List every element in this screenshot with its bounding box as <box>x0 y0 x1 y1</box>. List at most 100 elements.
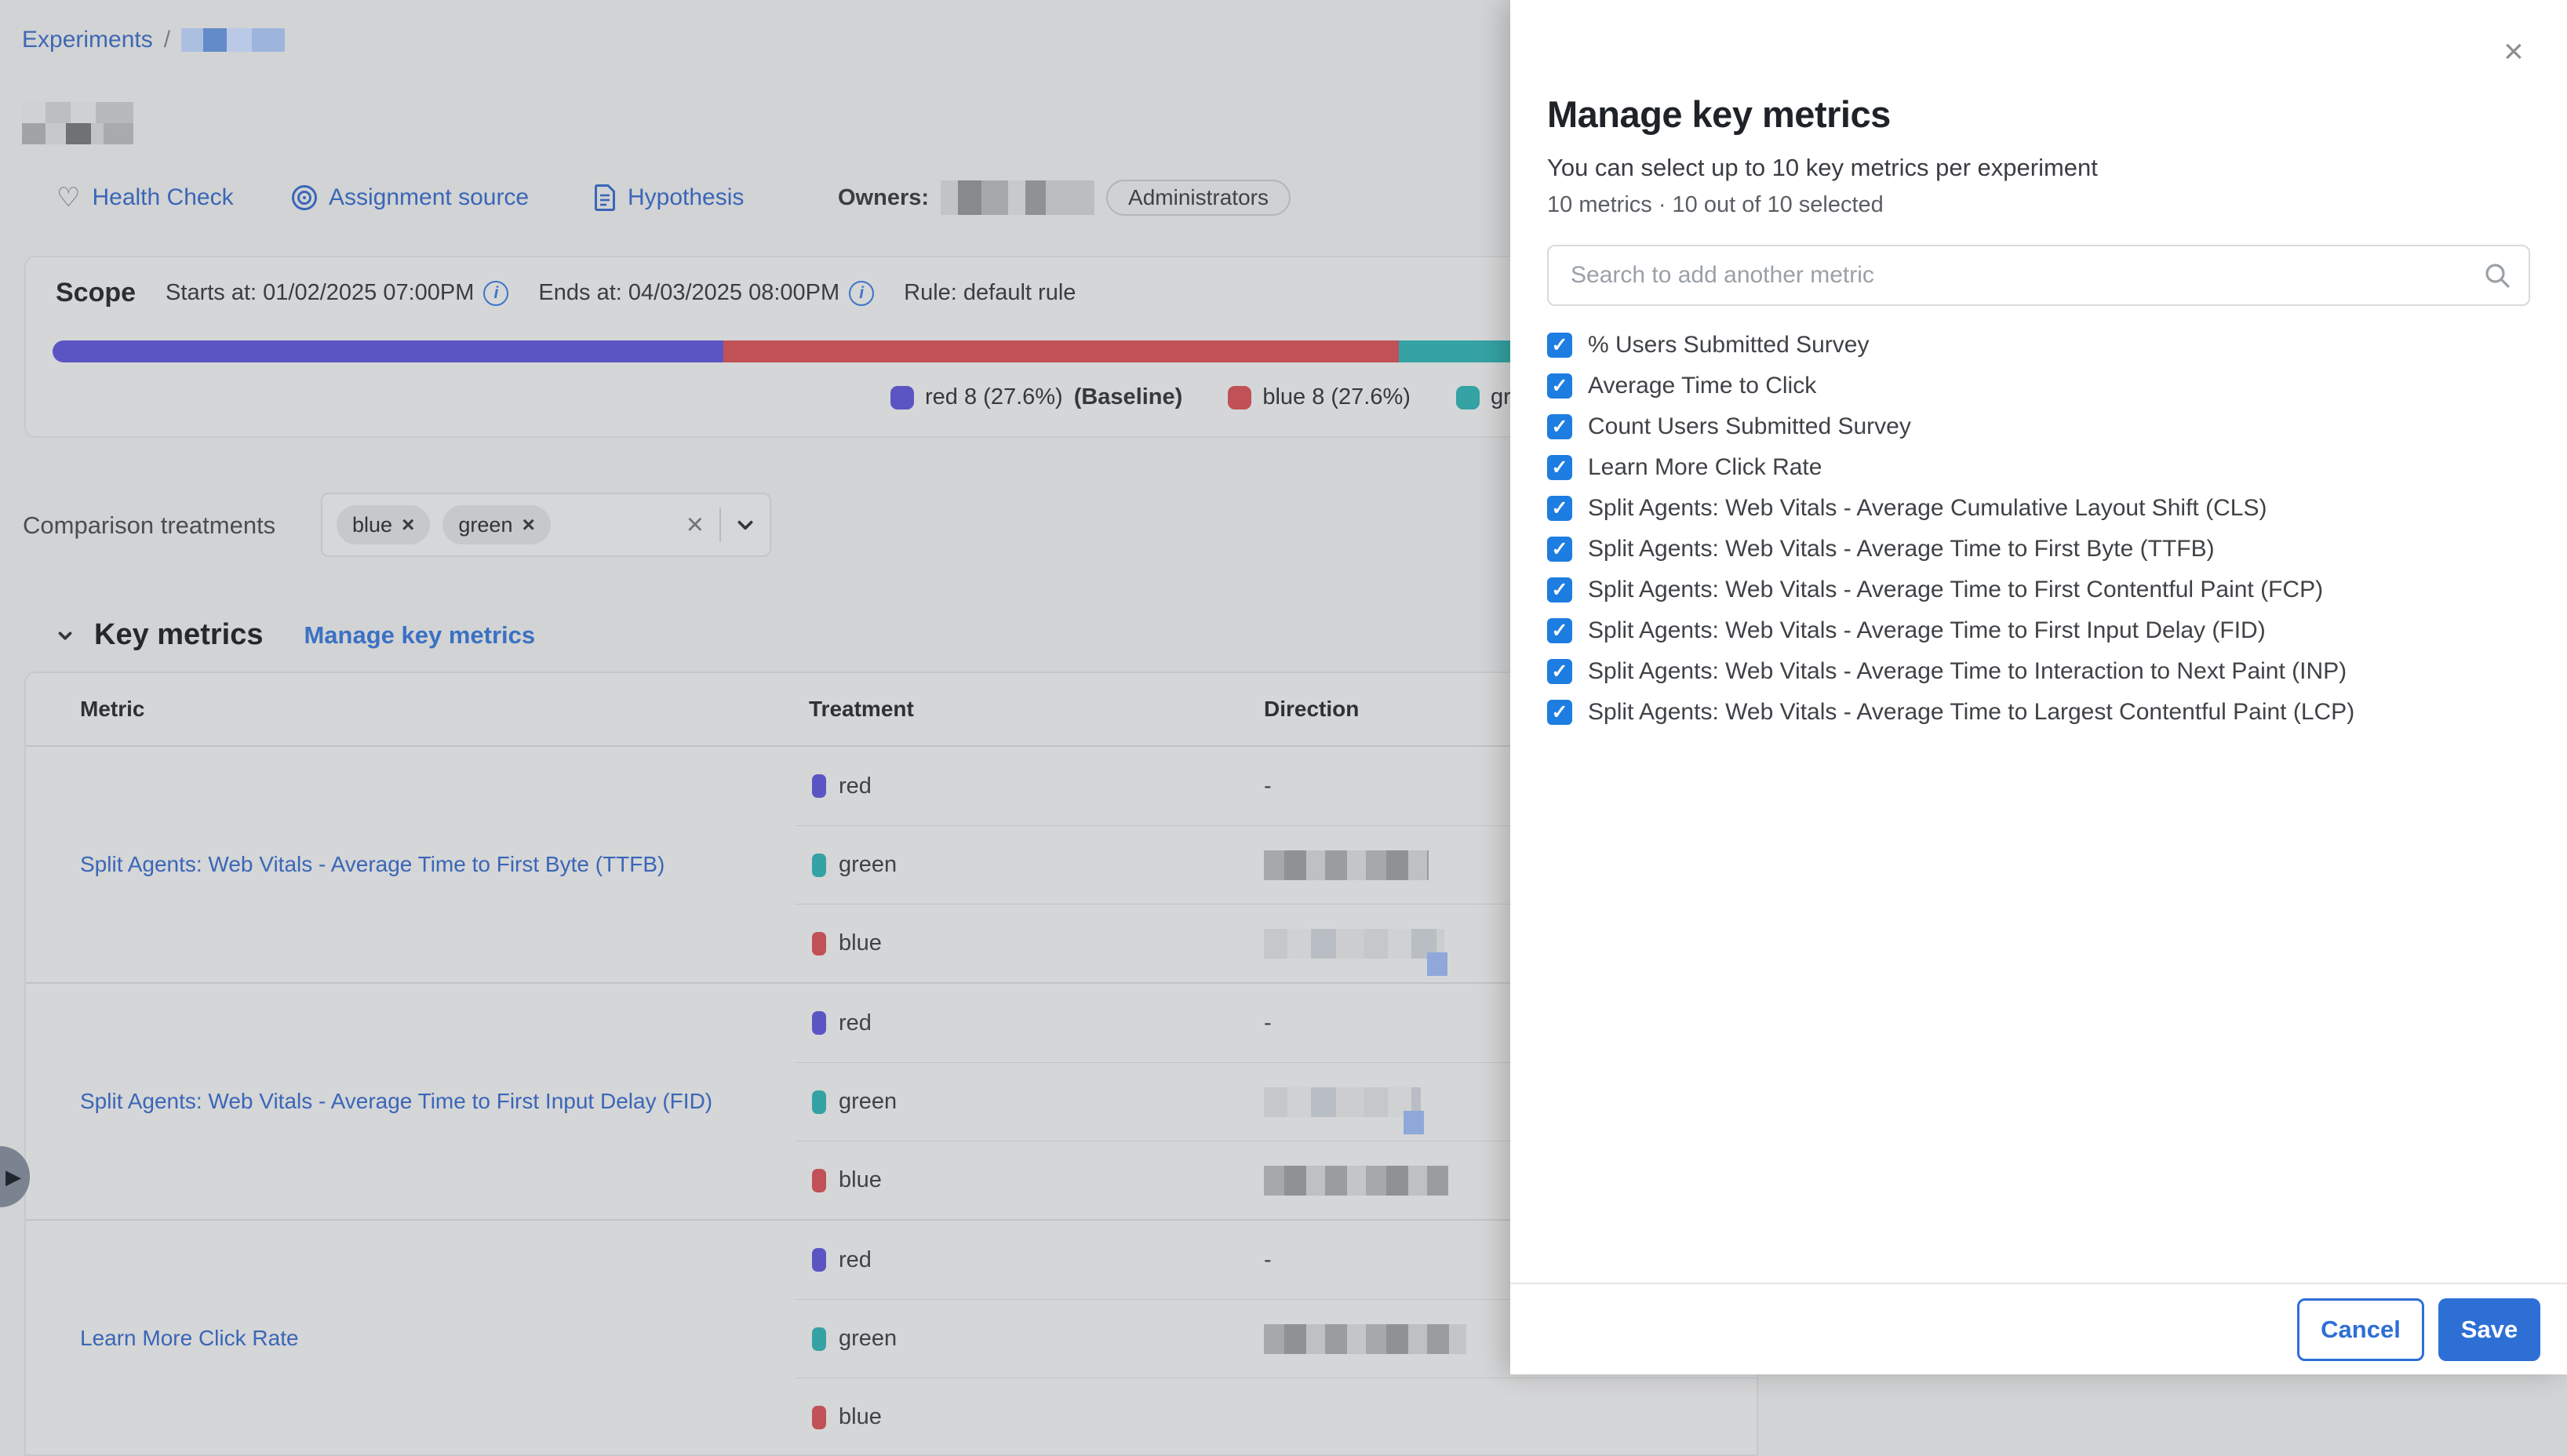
chip-green[interactable]: green × <box>442 505 550 544</box>
chevron-right-icon: ▶ <box>5 1165 21 1189</box>
panel-title: Manage key metrics <box>1547 93 1891 136</box>
legend-swatch <box>1228 386 1251 410</box>
column-header-metric: Metric <box>26 697 796 722</box>
checkbox-checked-icon[interactable] <box>1547 414 1572 439</box>
search-input[interactable] <box>1547 245 2530 306</box>
owners-label: Owners: <box>838 185 929 211</box>
treatment-row: blue <box>796 1378 1757 1456</box>
checkbox-checked-icon[interactable] <box>1547 577 1572 602</box>
heart-icon: ♡ <box>56 184 80 211</box>
breadcrumb-current-redacted <box>181 28 285 52</box>
document-icon <box>595 184 616 211</box>
metric-checkbox-list: % Users Submitted Survey Average Time to… <box>1547 325 2354 733</box>
redacted-value <box>1264 1324 1466 1354</box>
checkbox-checked-icon[interactable] <box>1547 537 1572 562</box>
save-button[interactable]: Save <box>2438 1298 2540 1361</box>
search-icon <box>2483 261 2511 289</box>
direction-value: - <box>1264 774 1272 799</box>
treatment-swatch <box>812 932 826 956</box>
checkbox-checked-icon[interactable] <box>1547 455 1572 480</box>
checkbox-checked-icon[interactable] <box>1547 659 1572 684</box>
experiment-title-redacted <box>22 102 133 144</box>
metric-option[interactable]: Average Time to Click <box>1547 366 2354 406</box>
breadcrumb-separator: / <box>164 27 170 53</box>
select-divider <box>719 508 721 542</box>
metric-option[interactable]: % Users Submitted Survey <box>1547 325 2354 366</box>
checkbox-checked-icon[interactable] <box>1547 496 1572 521</box>
health-check-link[interactable]: Health Check <box>92 184 233 211</box>
assignment-source-item[interactable]: Assignment source <box>292 177 529 218</box>
metrics-count-status: 10 metrics · 10 out of 10 selected <box>1547 192 1884 218</box>
scope-ends-at: Ends at: 04/03/2025 08:00PM i <box>538 280 874 306</box>
hypothesis-link[interactable]: Hypothesis <box>628 184 744 211</box>
metric-option[interactable]: Split Agents: Web Vitals - Average Cumul… <box>1547 488 2354 529</box>
hypothesis-item[interactable]: Hypothesis <box>595 177 744 218</box>
comparison-treatments-select[interactable]: blue × green × × <box>321 493 771 557</box>
metric-option[interactable]: Split Agents: Web Vitals - Average Time … <box>1547 651 2354 692</box>
metric-option[interactable]: Count Users Submitted Survey <box>1547 406 2354 447</box>
owners-names-redacted <box>941 180 1094 215</box>
redacted-value <box>1264 929 1444 959</box>
metric-option[interactable]: Split Agents: Web Vitals - Average Time … <box>1547 570 2354 610</box>
manage-key-metrics-panel: × Manage key metrics You can select up t… <box>1510 0 2567 1374</box>
collapse-chevron-icon[interactable] <box>55 625 75 646</box>
remove-chip-icon[interactable]: × <box>402 512 414 537</box>
scope-rule: Rule: default rule <box>904 280 1076 306</box>
chip-blue[interactable]: blue × <box>337 505 430 544</box>
info-icon[interactable]: i <box>483 281 508 306</box>
column-header-treatment: Treatment <box>796 697 1264 722</box>
health-check-item[interactable]: ♡ Health Check <box>56 177 234 218</box>
scope-card: Scope Starts at: 01/02/2025 07:00PM i En… <box>24 256 1758 438</box>
administrators-badge[interactable]: Administrators <box>1106 180 1291 216</box>
checkbox-checked-icon[interactable] <box>1547 333 1572 358</box>
metric-link-fid[interactable]: Split Agents: Web Vitals - Average Time … <box>80 1086 712 1116</box>
breadcrumb: Experiments / <box>22 27 285 53</box>
metric-link-ttfb[interactable]: Split Agents: Web Vitals - Average Time … <box>80 849 665 879</box>
manage-key-metrics-link[interactable]: Manage key metrics <box>304 621 535 650</box>
panel-footer: Cancel Save <box>1510 1283 2567 1374</box>
table-header-row: Metric Treatment Direction <box>26 673 1757 747</box>
metric-option[interactable]: Split Agents: Web Vitals - Average Time … <box>1547 529 2354 570</box>
baseline-tag: (Baseline) <box>1074 384 1183 410</box>
assignment-source-link[interactable]: Assignment source <box>329 184 529 211</box>
cancel-button[interactable]: Cancel <box>2297 1298 2424 1361</box>
breadcrumb-experiments-link[interactable]: Experiments <box>22 27 153 53</box>
key-metrics-title: Key metrics <box>94 618 263 652</box>
legend-swatch <box>1456 386 1480 410</box>
treatment-swatch <box>812 1169 826 1192</box>
treatment-swatch <box>812 1248 826 1272</box>
treatment-swatch <box>812 1011 826 1035</box>
metric-option[interactable]: Learn More Click Rate <box>1547 447 2354 488</box>
chevron-down-icon[interactable] <box>735 515 756 535</box>
target-icon <box>292 185 317 210</box>
metric-option[interactable]: Split Agents: Web Vitals - Average Time … <box>1547 610 2354 651</box>
experiment-meta-row: ♡ Health Check Assignment source Hypothe… <box>0 177 1510 218</box>
treatment-swatch <box>812 854 826 877</box>
comparison-treatments-label: Comparison treatments <box>23 511 275 540</box>
treatment-legend: red 8 (27.6%) (Baseline) blue 8 (27.6%) … <box>890 384 1524 410</box>
key-metrics-table: Metric Treatment Direction Split Agents:… <box>24 672 1758 1456</box>
legend-item-red: red 8 (27.6%) (Baseline) <box>890 384 1182 410</box>
panel-subtitle: You can select up to 10 key metrics per … <box>1547 154 2098 182</box>
redacted-value <box>1264 1087 1421 1117</box>
clear-all-icon[interactable]: × <box>686 508 704 542</box>
close-icon[interactable]: × <box>2495 33 2532 71</box>
checkbox-checked-icon[interactable] <box>1547 618 1572 643</box>
legend-swatch <box>890 386 914 410</box>
metric-link-learn-more[interactable]: Learn More Click Rate <box>80 1323 299 1353</box>
treatment-swatch <box>812 1406 826 1429</box>
checkbox-checked-icon[interactable] <box>1547 373 1572 399</box>
table-row: Split Agents: Web Vitals - Average Time … <box>26 982 1757 1219</box>
scope-title: Scope <box>56 278 136 308</box>
direction-value: - <box>1264 1010 1272 1036</box>
info-icon[interactable]: i <box>849 281 874 306</box>
bar-segment-red <box>53 340 723 362</box>
remove-chip-icon[interactable]: × <box>522 512 534 537</box>
direction-value: - <box>1264 1247 1272 1273</box>
treatment-swatch <box>812 774 826 798</box>
bar-segment-blue <box>723 340 1399 362</box>
checkbox-checked-icon[interactable] <box>1547 700 1572 725</box>
table-row: Split Agents: Web Vitals - Average Time … <box>26 747 1757 982</box>
metric-option[interactable]: Split Agents: Web Vitals - Average Time … <box>1547 692 2354 733</box>
treatment-allocation-bar <box>53 340 1708 362</box>
